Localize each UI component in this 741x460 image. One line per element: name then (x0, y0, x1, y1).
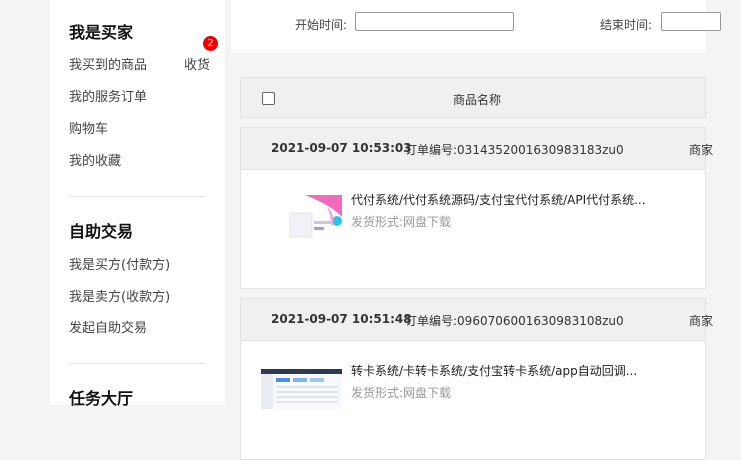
order-datetime: 2021-09-07 10:51:48 (271, 312, 412, 326)
order-number-value: 0314352001630983183zu0 (457, 143, 624, 157)
section-title-task-hall: 任务大厅 (69, 389, 134, 408)
list-header: 商品名称 (240, 77, 706, 118)
shipping-method-value: 网盘下载 (403, 386, 452, 400)
order-header: 2021-09-07 10:53:03 订单编号:031435200163098… (241, 128, 713, 170)
select-all-checkbox[interactable] (262, 92, 275, 105)
sidebar: 我是买家 我买到的商品 收货 2 我的服务订单 购物车 我的收藏 自助交易 我是… (50, 0, 225, 408)
shipping-method: 发货形式:网盘下载 (351, 384, 451, 401)
start-time-label: 开始时间: (295, 18, 348, 32)
end-time-label: 结束时间: (600, 18, 653, 32)
order-number: 订单编号:0314352001630983183zu0 (405, 141, 624, 158)
sidebar-item-seller-side[interactable]: 我是卖方(收款方) (69, 286, 170, 305)
order-number: 订单编号:0960706001630983108zu0 (405, 312, 624, 329)
sidebar-item-cart[interactable]: 购物车 (69, 118, 108, 137)
end-time-input[interactable] (661, 12, 721, 31)
shipping-method-label: 发货形式: (351, 386, 404, 400)
receive-badge: 2 (203, 36, 218, 51)
product-title[interactable]: 代付系统/代付系统源码/支付宝代付系统/API代付系统... (351, 191, 646, 208)
sidebar-item-buyer-side[interactable]: 我是买方(付款方) (69, 254, 170, 273)
order-number-label: 订单编号: (405, 143, 458, 157)
sidebar-item-receive[interactable]: 收货 (184, 54, 210, 73)
sidebar-item-favorites[interactable]: 我的收藏 (69, 150, 121, 169)
sidebar-item-service-orders[interactable]: 我的服务订单 (69, 86, 147, 105)
order-card: 2021-09-07 10:51:48 订单编号:096070600163098… (240, 298, 713, 460)
filter-bar: 开始时间: 结束时间: (231, 0, 721, 53)
product-title[interactable]: 转卡系统/卡转卡系统/支付宝转卡系统/app自动回调... (351, 362, 637, 379)
order-number-label: 订单编号: (405, 314, 458, 328)
start-time-input[interactable] (355, 12, 514, 31)
order-header: 2021-09-07 10:51:48 订单编号:096070600163098… (241, 299, 713, 341)
order-shop: 商家 (689, 314, 714, 328)
product-thumbnail[interactable] (287, 195, 342, 243)
section-divider (69, 363, 205, 364)
main-content: 开始时间: 结束时间: 商品名称 2021-09-07 10:53:03 订单编… (231, 0, 721, 460)
order-card: 2021-09-07 10:53:03 订单编号:031435200163098… (240, 127, 713, 289)
shipping-method-label: 发货形式: (351, 215, 404, 229)
shipping-method-value: 网盘下载 (403, 215, 452, 229)
section-title-self-trade: 自助交易 (69, 222, 134, 241)
section-title-buyer: 我是买家 (69, 23, 134, 42)
order-datetime: 2021-09-07 10:53:03 (271, 141, 412, 155)
order-number-value: 0960706001630983108zu0 (457, 314, 624, 328)
sidebar-item-purchased[interactable]: 我买到的商品 (69, 54, 147, 73)
section-divider (69, 196, 205, 197)
order-shop: 商家 (689, 143, 714, 157)
product-thumbnail[interactable] (261, 369, 342, 409)
sidebar-item-start-trade[interactable]: 发起自助交易 (69, 317, 147, 336)
product-name-column: 商品名称 (453, 93, 502, 107)
shipping-method: 发货形式:网盘下载 (351, 213, 451, 230)
